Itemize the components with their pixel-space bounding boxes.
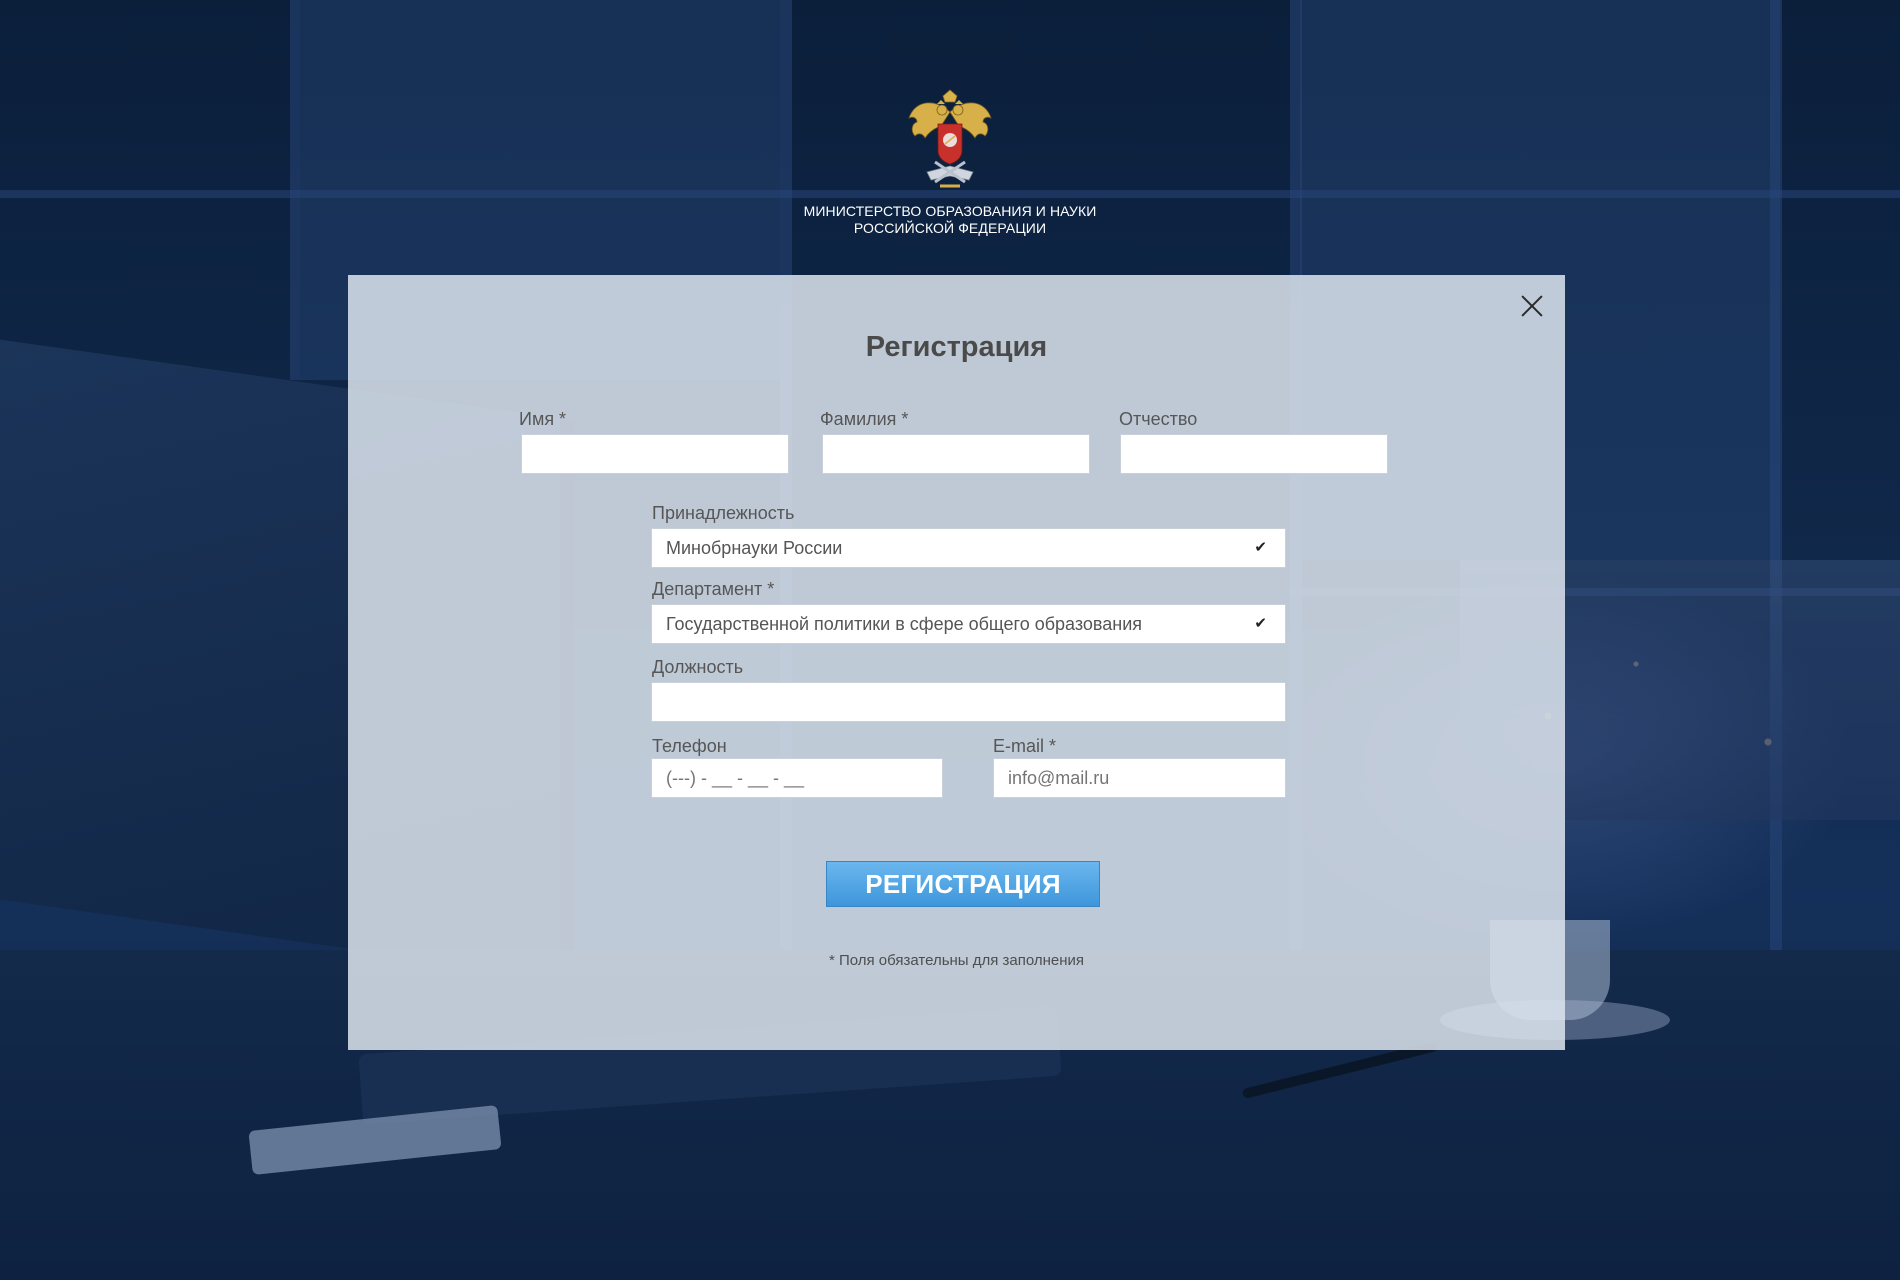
check-icon: ✔ [1254, 615, 1267, 632]
position-label: Должность [652, 657, 744, 677]
ministry-name-line2: РОССИЙСКОЙ ФЕДЕРАЦИИ [853, 220, 1047, 236]
phone-label: Телефон [652, 736, 727, 756]
register-button[interactable]: РЕГИСТРАЦИЯ [826, 861, 1100, 907]
check-icon: ✔ [1254, 539, 1267, 556]
patronymic-field[interactable] [1120, 434, 1388, 474]
required-fields-note: * Поля обязательны для заполнения [828, 952, 1085, 969]
department-value: Государственной политики в сфере общего … [666, 614, 1143, 634]
ministry-name-line1: МИНИСТЕРСТВО ОБРАЗОВАНИЯ И НАУКИ [803, 203, 1097, 219]
close-icon[interactable] [1518, 292, 1546, 320]
last-name-label: Фамилия * [820, 409, 909, 429]
position-field[interactable] [651, 682, 1286, 722]
registration-modal: Регистрация Имя * Фамилия * Отчество При… [348, 275, 1565, 1050]
affiliation-value: Минобрнауки России [666, 538, 843, 558]
email-label: E-mail * [993, 736, 1057, 756]
phone-field[interactable] [651, 758, 943, 798]
first-name-field[interactable] [521, 434, 789, 474]
affiliation-label: Принадлежность [652, 503, 795, 523]
ministry-name: МИНИСТЕРСТВО ОБРАЗОВАНИЯ И НАУКИ РОССИЙС… [0, 203, 1900, 237]
email-field[interactable] [993, 758, 1286, 798]
patronymic-label: Отчество [1119, 409, 1198, 429]
department-label: Департамент * [652, 579, 775, 599]
first-name-label: Имя * [519, 409, 567, 429]
russian-coat-of-arms-emblem-icon [908, 89, 992, 188]
page-header: МИНИСТЕРСТВО ОБРАЗОВАНИЯ И НАУКИ РОССИЙС… [0, 88, 1900, 237]
affiliation-select[interactable]: Минобрнауки России ✔ [651, 528, 1286, 568]
last-name-field[interactable] [822, 434, 1090, 474]
department-select[interactable]: Государственной политики в сфере общего … [651, 604, 1286, 644]
modal-title: Регистрация [865, 331, 1048, 363]
